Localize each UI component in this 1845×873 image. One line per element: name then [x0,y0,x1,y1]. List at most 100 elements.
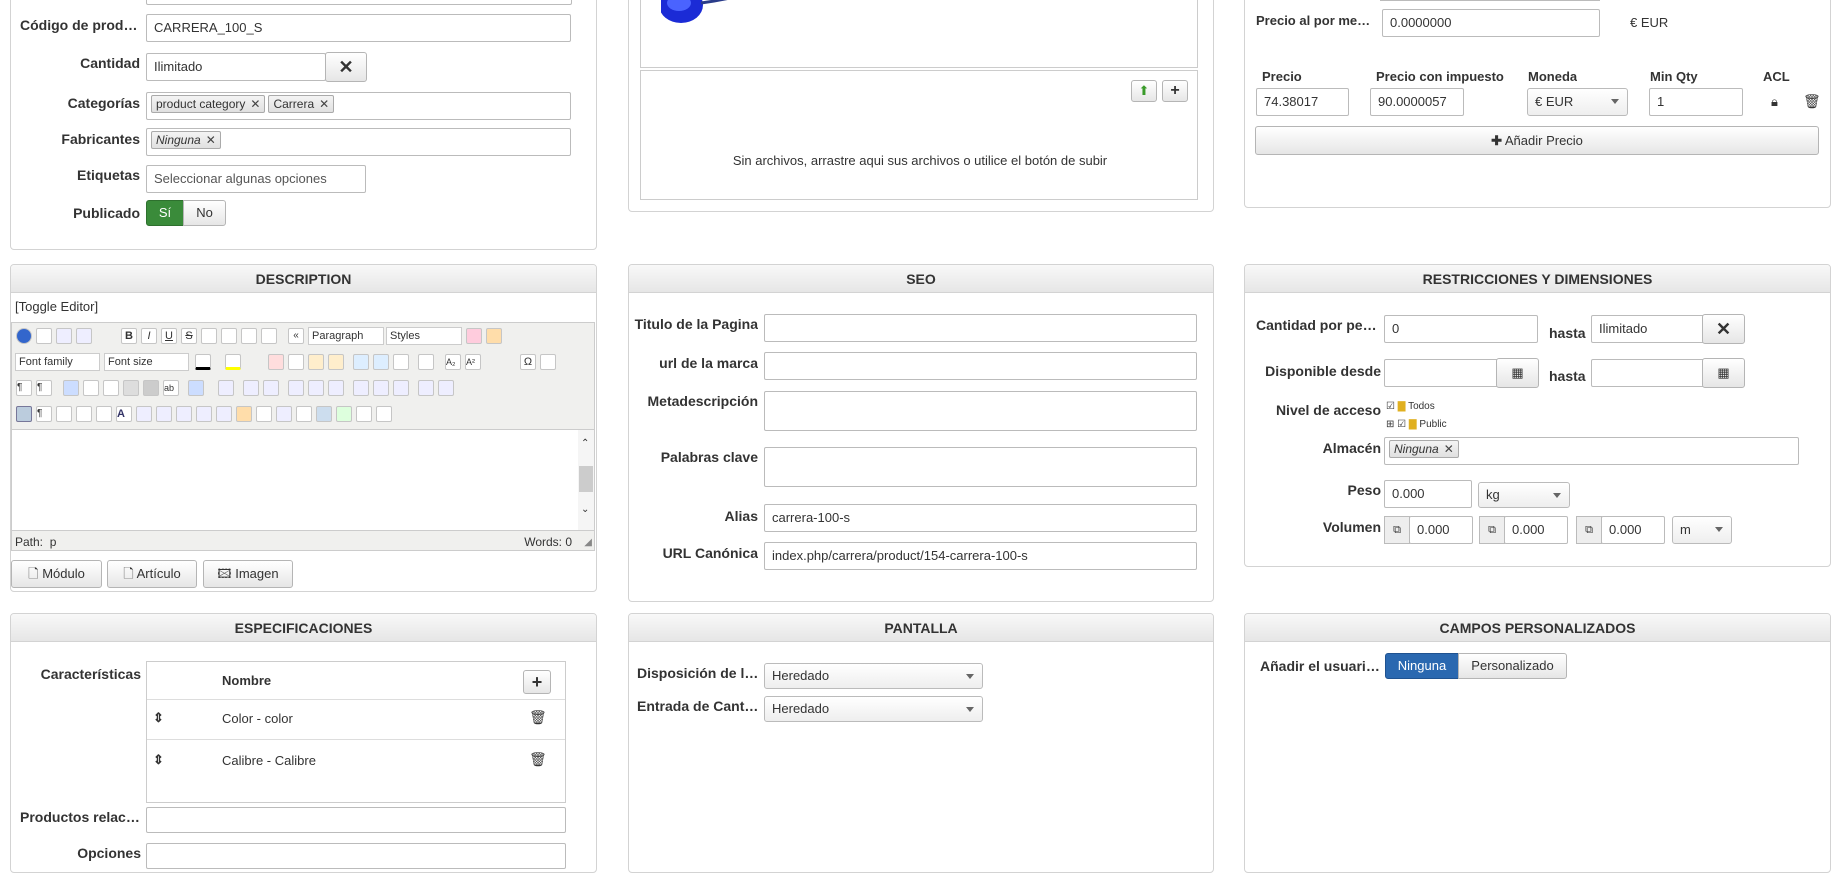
volumen-input-3[interactable]: 0.000 [1601,516,1665,544]
template-icon[interactable] [83,380,99,396]
outdent-icon[interactable] [373,354,389,370]
highlight-icon[interactable] [225,354,241,370]
volumen-input-2[interactable]: 0.000 [1504,516,1568,544]
expand-icon[interactable]: ⊞ [1386,419,1394,430]
codigo-input[interactable]: CARRERA_100_S [146,14,571,42]
volumen-unit-select[interactable]: m [1672,516,1732,544]
trash-icon[interactable]: 🗑︎ [1803,93,1821,110]
minqty-input[interactable]: 1 [1649,88,1743,116]
entrada-select[interactable]: Heredado [764,696,983,722]
volumen-input-1[interactable]: 0.000 [1409,516,1473,544]
product-image[interactable] [661,0,771,35]
col-delete-icon[interactable] [328,380,344,396]
articulo-button[interactable]: 🗋 Artículo [107,560,197,588]
titulo-input[interactable] [764,314,1197,342]
eraser-icon[interactable] [466,328,482,344]
dropzone[interactable]: ⬆ + Sin archivos, arrastre aqui sus arch… [640,70,1198,200]
split-cells-icon[interactable] [353,380,369,396]
format-select[interactable]: Paragraph [308,327,384,345]
scroll-thumb[interactable] [579,466,593,492]
spellcheck-icon[interactable] [336,406,352,422]
replace-icon[interactable]: ab [163,380,179,396]
remove-tag-icon[interactable]: ✕ [250,97,260,111]
remove-tag-icon[interactable]: ✕ [319,97,329,111]
underline-icon[interactable]: U [161,328,177,344]
meta-input[interactable] [764,391,1197,431]
fullscreen-icon[interactable] [63,380,79,396]
row-after-icon[interactable] [263,380,279,396]
show-blocks-icon[interactable]: ¶ [36,406,52,422]
relacionados-input[interactable] [146,807,566,833]
remove-tag-icon[interactable]: ✕ [206,133,216,147]
imagen-button[interactable]: 🖾 Imagen [203,560,293,588]
cleanup-icon[interactable] [486,328,502,344]
cantidad-clear-button[interactable]: ✕ [325,52,367,82]
fabricante-tag[interactable]: Ninguna ✕ [151,131,221,149]
cantidad-pedido-input[interactable]: 0 [1384,315,1538,343]
hr-icon[interactable] [540,354,556,370]
peso-input[interactable]: 0.000 [1384,480,1472,508]
add-price-button[interactable]: ✚ Añadir Precio [1255,126,1819,155]
hasta-input[interactable]: Ilimitado [1591,315,1705,343]
acronym-icon[interactable] [176,406,192,422]
categorias-input[interactable]: product category ✕ Carrera ✕ [146,92,571,120]
nonbreaking-icon[interactable] [56,406,72,422]
remove-tag-icon[interactable]: ✕ [1444,442,1454,456]
checkbox-checked-icon[interactable]: ☑ [1386,401,1395,412]
fabricantes-input[interactable]: Ninguna ✕ [146,128,571,156]
media-icon[interactable] [356,406,372,422]
attribs-icon[interactable] [236,406,252,422]
align-left-icon[interactable] [241,328,257,344]
calendar-hasta-button[interactable]: ▦ [1702,358,1745,388]
pagebreak-icon[interactable] [76,406,92,422]
drag-handle-icon[interactable]: ⇕ [153,752,164,768]
row-before-icon[interactable] [243,380,259,396]
hasta-clear-button[interactable]: ✕ [1702,314,1745,344]
code-icon[interactable] [376,406,392,422]
copy-icon[interactable] [288,354,304,370]
calendar-desde-button[interactable]: ▦ [1496,358,1539,388]
disposicion-select[interactable]: Heredado [764,663,983,689]
redo-icon[interactable] [76,328,92,344]
strikethrough-icon[interactable]: S [181,328,197,344]
resize-handle-icon[interactable]: ◢ [584,537,592,548]
etiquetas-input[interactable]: Seleccionar algunas opciones [146,165,366,193]
scroll-down-icon[interactable]: ⌄ [581,504,589,515]
italic-icon[interactable]: I [141,328,157,344]
almacen-input[interactable]: Ninguna ✕ [1384,437,1799,465]
cut-icon[interactable] [268,354,284,370]
paste-text-icon[interactable] [328,354,344,370]
cite-icon[interactable] [136,406,152,422]
upload-button[interactable]: ⬆ [1131,80,1157,102]
help-icon[interactable] [16,328,32,344]
del-icon[interactable] [196,406,212,422]
undo-icon[interactable] [56,328,72,344]
bold-icon[interactable]: B [121,328,137,344]
publicado-no-button[interactable]: No [183,200,226,226]
disponible-desde-input[interactable] [1384,359,1498,387]
ltr-icon[interactable]: ¶ [16,380,32,396]
quote-icon[interactable]: « [288,328,304,344]
add-feature-button[interactable]: + [523,670,551,694]
palabras-input[interactable] [764,447,1197,487]
opciones-input[interactable] [146,843,566,869]
row-props-icon[interactable] [438,380,454,396]
precio-input[interactable]: 74.38017 [1256,88,1349,116]
find-icon[interactable] [143,380,159,396]
print-icon[interactable] [123,380,139,396]
unordered-list-icon[interactable] [418,354,434,370]
publicado-si-button[interactable]: Sí [146,200,184,226]
lock-icon[interactable]: 🔒︎ [1771,94,1778,110]
superscript-icon[interactable]: A² [465,354,481,370]
alias-input[interactable]: carrera-100-s [764,504,1197,532]
tree-public[interactable]: ⊞ ☑ ▇ Public [1386,416,1447,434]
image-icon[interactable] [316,406,332,422]
drag-handle-icon[interactable]: ⇕ [153,710,164,726]
link-icon[interactable] [296,406,312,422]
abbr-icon[interactable] [156,406,172,422]
styles-select[interactable]: Styles [386,327,462,345]
trash-icon[interactable]: 🗑︎ [529,709,547,726]
almacen-tag[interactable]: Ninguna ✕ [1389,440,1459,458]
anchor-icon[interactable] [96,406,112,422]
wholesale-input[interactable]: 0.0000000 [1382,9,1600,37]
